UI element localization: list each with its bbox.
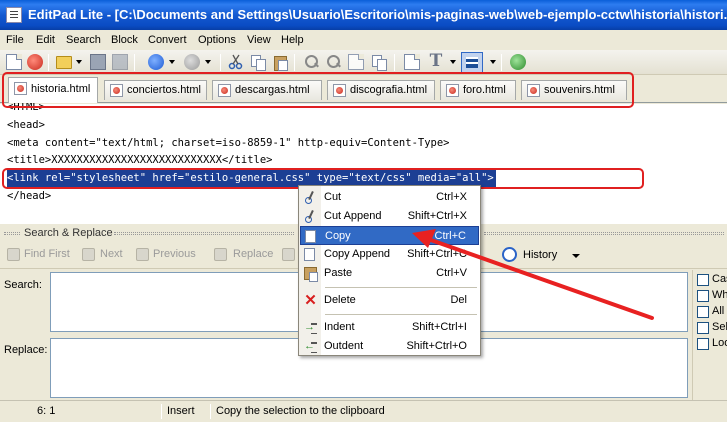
menu-item-outdent[interactable]: ← Outdent Shift+Ctrl+O <box>300 337 479 356</box>
history-dropdown-icon <box>572 254 580 258</box>
editor-line: <meta content="text/html; charset=iso-88… <box>7 137 450 149</box>
redo-icon[interactable] <box>184 54 200 70</box>
save-icon[interactable] <box>90 54 106 70</box>
whole-words-checkbox[interactable] <box>697 290 709 302</box>
history-clock-icon <box>502 247 517 262</box>
tab-foro[interactable]: foro.html <box>440 80 516 100</box>
menu-item-indent[interactable]: → Indent Shift+Ctrl+I <box>300 318 479 337</box>
menu-view[interactable]: View <box>247 34 271 46</box>
delete-icon: ✕ <box>304 292 317 309</box>
menu-item-cut-append[interactable]: Cut Append Shift+Ctrl+X <box>300 207 479 226</box>
web-icon[interactable] <box>510 54 526 70</box>
replace-button[interactable]: Replace <box>233 248 273 260</box>
app-icon <box>6 7 22 23</box>
text-format-dropdown-icon[interactable] <box>449 60 457 65</box>
next-button[interactable]: Next <box>100 248 123 260</box>
toolbar: T <box>0 50 727 75</box>
paste-icon <box>304 267 318 282</box>
insert-mode: Insert <box>167 405 195 417</box>
html-file-icon <box>110 84 123 97</box>
window-title: EditPad Lite - [C:\Documents and Setting… <box>28 7 727 22</box>
find-first-button[interactable]: Find First <box>24 248 70 260</box>
tab-descargas[interactable]: descargas.html <box>212 80 322 100</box>
outdent-icon: ← <box>304 340 317 353</box>
find-next-icon[interactable] <box>326 54 342 70</box>
open-icon[interactable] <box>56 56 72 69</box>
new-icon[interactable] <box>6 54 22 70</box>
case-sensitive-checkbox[interactable] <box>697 274 709 286</box>
menu-search[interactable]: Search <box>66 34 101 46</box>
editor-line: </head> <box>7 190 52 202</box>
copy-icon[interactable] <box>250 54 266 71</box>
text-format-icon[interactable]: T <box>428 53 444 70</box>
menu-item-paste[interactable]: Paste Ctrl+V <box>300 264 479 283</box>
block-select-dropdown-icon[interactable] <box>489 60 497 65</box>
previous-button[interactable]: Previous <box>153 248 196 260</box>
menu-bar: File Edit Search Block Convert Options V… <box>0 30 727 50</box>
scissors-icon <box>304 191 317 204</box>
selection-only-checkbox[interactable] <box>697 322 709 334</box>
menu-help[interactable]: Help <box>281 34 304 46</box>
previous-icon <box>136 248 149 261</box>
tab-conciertos[interactable]: conciertos.html <box>104 80 207 100</box>
html-file-icon <box>527 84 540 97</box>
cut-icon[interactable] <box>228 54 244 70</box>
menu-block[interactable]: Block <box>111 34 138 46</box>
insert-icon[interactable] <box>404 54 420 70</box>
title-bar: EditPad Lite - [C:\Documents and Setting… <box>0 0 727 30</box>
indent-icon: → <box>304 321 317 334</box>
html-file-icon <box>333 84 346 97</box>
menu-item-copy[interactable]: Copy Ctrl+C <box>300 226 479 245</box>
search-replace-title: Search & Replace <box>24 227 113 239</box>
close-icon[interactable] <box>27 54 43 70</box>
menu-options[interactable]: Options <box>198 34 236 46</box>
context-menu: Cut Ctrl+X Cut Append Shift+Ctrl+X Copy … <box>298 185 481 356</box>
editor-line: <head> <box>7 119 45 131</box>
replace-label: Replace: <box>4 344 48 356</box>
status-message: Copy the selection to the clipboard <box>216 405 385 417</box>
replace-icon <box>214 248 227 261</box>
search-options-panel: Cas Wh All Sele Loo <box>692 270 727 400</box>
menu-edit[interactable]: Edit <box>36 34 55 46</box>
search-label: Search: <box>4 279 42 291</box>
paste-icon[interactable] <box>272 54 288 71</box>
tab-discografia[interactable]: discografia.html <box>327 80 435 100</box>
file-tabs: historia.html conciertos.html descargas.… <box>0 75 727 103</box>
loop-checkbox[interactable] <box>697 338 709 350</box>
save-all-icon[interactable] <box>112 54 128 70</box>
tab-historia[interactable]: historia.html <box>8 77 98 103</box>
replace-all-icon <box>282 248 295 261</box>
html-file-icon <box>14 82 27 95</box>
next-icon <box>82 248 95 261</box>
copy-icon <box>304 248 315 261</box>
menu-item-cut[interactable]: Cut Ctrl+X <box>300 188 479 207</box>
cursor-position: 6: 1 <box>37 405 56 417</box>
menu-file[interactable]: File <box>6 34 24 46</box>
find-icon[interactable] <box>304 54 320 70</box>
undo-icon[interactable] <box>148 54 164 70</box>
replace-all-icon[interactable] <box>371 54 387 71</box>
undo-dropdown-icon[interactable] <box>168 60 176 65</box>
all-files-checkbox[interactable] <box>697 306 709 318</box>
scissors-icon <box>304 210 317 223</box>
status-bar: 6: 1 Insert Copy the selection to the cl… <box>0 400 727 422</box>
html-file-icon <box>218 84 231 97</box>
block-select-icon[interactable] <box>461 52 483 73</box>
editor-line: <title>XXXXXXXXXXXXXXXXXXXXXXXXXXX</titl… <box>7 154 273 166</box>
open-dropdown-icon[interactable] <box>75 60 83 65</box>
replace-icon[interactable] <box>348 54 364 70</box>
menu-item-delete[interactable]: ✕ Delete Del <box>300 291 479 310</box>
menu-convert[interactable]: Convert <box>148 34 187 46</box>
find-first-icon <box>7 248 20 261</box>
copy-icon <box>305 230 316 243</box>
menu-item-copy-append[interactable]: Copy Append Shift+Ctrl+C <box>300 245 479 264</box>
redo-dropdown-icon[interactable] <box>204 60 212 65</box>
tab-souvenirs[interactable]: souvenirs.html <box>521 80 627 100</box>
html-file-icon <box>446 84 459 97</box>
